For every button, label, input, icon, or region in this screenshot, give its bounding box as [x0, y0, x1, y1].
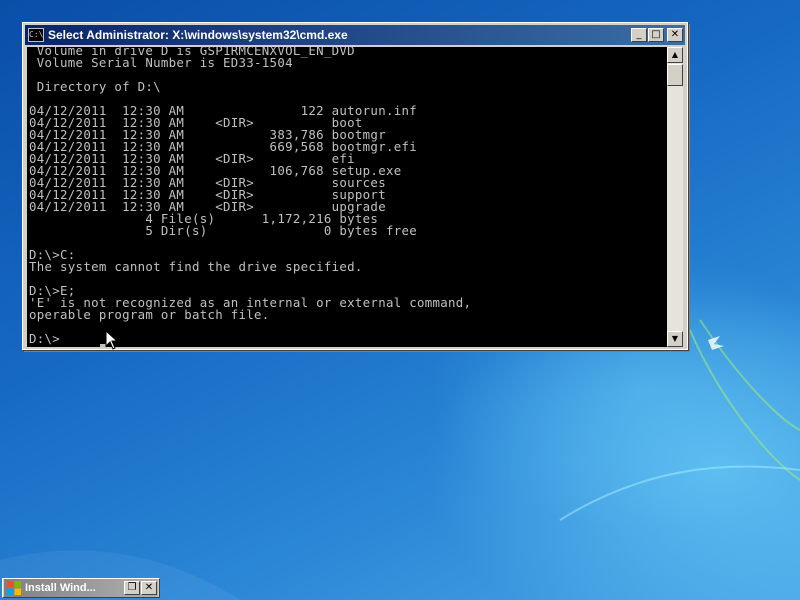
console-line: D:\> — [29, 331, 61, 346]
minimize-button[interactable]: _ — [631, 28, 647, 42]
console-text: Volume in drive D is GSP1RMCENXVOL_EN_DV… — [29, 47, 471, 345]
close-button[interactable]: ✕ — [667, 28, 683, 42]
vertical-scrollbar[interactable]: ▲ ▼ — [667, 47, 683, 347]
title-bar[interactable]: C:\ Select Administrator: X:\windows\sys… — [25, 25, 685, 45]
console-line: The system cannot find the drive specifi… — [29, 259, 363, 274]
cmd-icon[interactable]: C:\ — [28, 28, 44, 42]
console-output[interactable]: Volume in drive D is GSP1RMCENXVOL_EN_DV… — [27, 47, 667, 347]
windows-logo-icon — [7, 581, 21, 595]
scroll-down-arrow-icon[interactable]: ▼ — [667, 331, 683, 347]
minimized-window-title: Install Wind... — [25, 582, 96, 594]
console-line: 5 Dir(s) 0 bytes free — [29, 223, 417, 238]
console-line: operable program or batch file. — [29, 307, 270, 322]
minimized-title-bar[interactable]: Install Wind... ❐ ✕ — [4, 579, 158, 597]
maximize-button[interactable]: □ — [648, 28, 664, 42]
console-line: Volume Serial Number is ED33-1504 — [29, 55, 293, 70]
cmd-window[interactable]: C:\ Select Administrator: X:\windows\sys… — [22, 22, 688, 350]
console-line: Directory of D:\ — [29, 79, 161, 94]
mouse-pointer-icon — [105, 330, 119, 350]
scroll-up-arrow-icon[interactable]: ▲ — [667, 47, 683, 63]
restore-button[interactable]: ❐ — [124, 581, 140, 595]
scrollbar-thumb[interactable] — [667, 64, 683, 86]
window-title: Select Administrator: X:\windows\system3… — [48, 28, 348, 42]
minimized-install-window[interactable]: Install Wind... ❐ ✕ — [2, 578, 160, 598]
minimized-close-button[interactable]: ✕ — [141, 581, 157, 595]
